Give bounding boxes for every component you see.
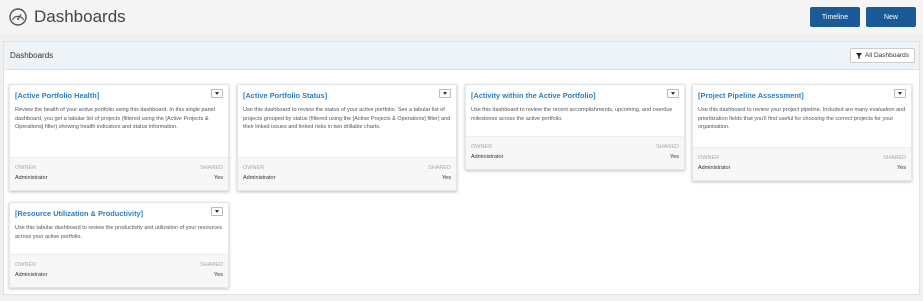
shared-label: SHARED <box>200 165 223 171</box>
shared-value: Yes <box>897 165 906 171</box>
shared-label: SHARED <box>200 262 223 268</box>
owner-label: OWNER <box>243 165 265 171</box>
chevron-down-icon <box>215 210 219 213</box>
shared-label: SHARED <box>883 155 906 161</box>
chevron-down-icon <box>443 92 447 95</box>
page-title: Dashboards <box>8 7 126 27</box>
owner-label: OWNER <box>15 165 37 171</box>
card-footer: OWNER SHARED Administrator Yes <box>466 136 684 169</box>
dashboard-card-title[interactable]: [Activity within the Active Portfolio] <box>471 91 596 100</box>
page-title-text: Dashboards <box>34 7 126 26</box>
owner-value: Administrator <box>471 154 504 160</box>
shared-label: SHARED <box>428 165 451 171</box>
chevron-down-icon <box>671 92 675 95</box>
shared-value: Yes <box>214 175 223 181</box>
dashboard-card[interactable]: [Active Portfolio Health] Review the hea… <box>9 84 229 191</box>
dashboard-card-description: Use this dashboard to review the recent … <box>471 107 673 122</box>
chevron-down-icon <box>215 92 219 95</box>
panel-header: Dashboards All Dashboards <box>4 42 919 70</box>
gauge-icon <box>9 8 27 26</box>
dashboard-card[interactable]: [Project Pipeline Assessment] Use this d… <box>692 84 912 181</box>
dashboard-card[interactable]: [Active Portfolio Status] Use this dashb… <box>237 84 457 191</box>
chevron-down-icon <box>898 92 902 95</box>
timeline-button[interactable]: Timeline <box>810 7 860 27</box>
card-menu-button[interactable] <box>894 89 906 98</box>
owner-label: OWNER <box>15 262 37 268</box>
shared-value: Yes <box>214 272 223 278</box>
dashboard-card[interactable]: [Activity within the Active Portfolio] U… <box>465 84 685 170</box>
all-dashboards-label: All Dashboards <box>864 52 909 59</box>
card-footer: OWNER SHARED Administrator Yes <box>693 147 911 180</box>
card-footer: OWNER SHARED Administrator Yes <box>10 157 228 190</box>
dashboard-card-title[interactable]: [Active Portfolio Status] <box>243 91 327 100</box>
new-button[interactable]: New <box>866 7 916 27</box>
funnel-icon <box>855 52 862 59</box>
dashboard-card-description: Use this tabular dashboard to review the… <box>15 225 222 240</box>
owner-label: OWNER <box>471 144 493 150</box>
dashboard-card-title[interactable]: [Active Portfolio Health] <box>15 91 99 100</box>
dashboard-card-title[interactable]: [Project Pipeline Assessment] <box>698 91 804 100</box>
top-bar: Dashboards Timeline New <box>0 0 923 34</box>
owner-value: Administrator <box>243 175 276 181</box>
card-menu-button[interactable] <box>211 207 223 216</box>
owner-value: Administrator <box>698 165 731 171</box>
owner-label: OWNER <box>698 155 720 161</box>
shared-value: Yes <box>670 154 679 160</box>
dashboard-card-description: Use this dashboard to review the status … <box>243 107 451 130</box>
dashboard-card-description: Use this dashboard to review your projec… <box>698 107 906 130</box>
card-footer: OWNER SHARED Administrator Yes <box>10 254 228 287</box>
shared-value: Yes <box>442 175 451 181</box>
card-footer: OWNER SHARED Administrator Yes <box>238 157 456 190</box>
card-menu-button[interactable] <box>211 89 223 98</box>
owner-value: Administrator <box>15 175 48 181</box>
dashboard-card-description: Review the health of your active portfol… <box>15 107 215 130</box>
dashboard-card[interactable]: [Resource Utilization & Productivity] Us… <box>9 202 229 288</box>
shared-label: SHARED <box>656 144 679 150</box>
panel-title: Dashboards <box>10 51 54 60</box>
dashboard-card-title[interactable]: [Resource Utilization & Productivity] <box>15 209 143 218</box>
all-dashboards-filter-button[interactable]: All Dashboards <box>849 48 915 63</box>
card-menu-button[interactable] <box>439 89 451 98</box>
card-menu-button[interactable] <box>667 89 679 98</box>
owner-value: Administrator <box>15 272 48 278</box>
